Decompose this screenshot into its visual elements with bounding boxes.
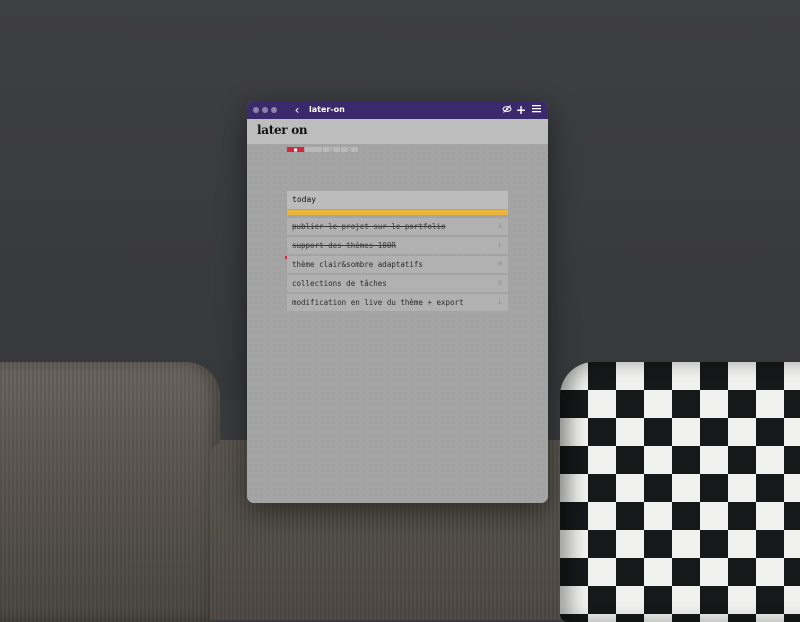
task-text: modification en live du thème + export [292,298,464,307]
plus-icon[interactable]: + [515,104,527,116]
task-text: publier le projet sur le portfolio [292,222,446,231]
task-text: collections de tâches [292,279,387,288]
app-logo: later on [257,123,308,137]
app-window: ‹ later-on + later on ■ □ □ today publie… [247,101,548,503]
task-item[interactable]: publier le projet sur le portfolio S [287,218,508,235]
window-title: later-on [309,105,345,114]
task-size-tag: S [498,223,502,230]
list-progress-bar [287,210,508,215]
task-item[interactable]: collections de tâches S [287,275,508,292]
title-bar: ‹ later-on + [247,101,548,119]
back-button[interactable]: ‹ [291,103,303,117]
task-size-tag: M [498,261,502,268]
task-list: today publier le projet sur le portfolio… [285,191,508,313]
task-size-tag: L [498,299,502,306]
task-text: support des thèmes 100R [292,241,396,250]
app-header: later on [247,119,548,144]
page-dot[interactable]: ■ [287,147,304,152]
list-title: today [292,195,317,204]
task-item[interactable]: thème clair&sombre adaptatifs M [285,256,508,273]
page-dot[interactable]: □ [323,147,340,152]
window-dot-icon[interactable] [262,107,268,113]
task-size-tag: L [498,242,502,249]
backdrop-cushion [0,362,220,622]
page-dot[interactable] [305,147,322,152]
window-dot-icon[interactable] [271,107,277,113]
main-content: ■ □ □ today publier le projet sur le por… [247,144,548,503]
task-text: thème clair&sombre adaptatifs [292,260,423,269]
window-dot-icon[interactable] [253,107,259,113]
page-dot[interactable]: □ [341,147,358,152]
task-flag-marker [285,256,287,259]
list-header[interactable]: today [287,191,508,209]
task-size-tag: S [498,280,502,287]
page-indicator: ■ □ □ [287,147,359,152]
backdrop-pillow [560,362,800,622]
task-item[interactable]: modification en live du thème + export L [287,294,508,311]
eye-slash-icon[interactable] [501,104,513,116]
task-item[interactable]: support des thèmes 100R L [287,237,508,254]
menu-icon[interactable] [530,104,542,116]
